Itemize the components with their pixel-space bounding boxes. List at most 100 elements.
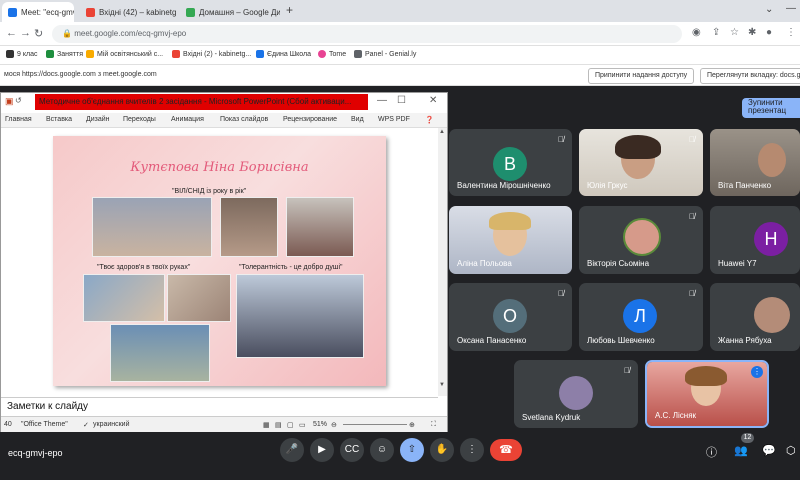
participant-tile[interactable]: 🎙̸ Юлія Гркус bbox=[579, 129, 703, 196]
tab-gmail[interactable]: Вхідні (42) – kabinetgeog ✕ bbox=[80, 2, 176, 22]
participant-tile[interactable]: Аліна Польова bbox=[449, 206, 572, 274]
ribbon-tab[interactable]: Показ слайдов bbox=[220, 116, 268, 123]
participant-tile[interactable]: 🎙̸ Svetlana Kydruk bbox=[514, 360, 638, 428]
lock-icon: 🔒 bbox=[62, 29, 72, 38]
mic-off-icon: 🎙̸ bbox=[558, 135, 564, 144]
more-options-button[interactable]: ⋮ bbox=[460, 438, 484, 462]
reload-icon[interactable]: ↻ bbox=[34, 27, 43, 40]
bookmark-item[interactable]: Panel - Genial.ly bbox=[354, 50, 416, 58]
participant-tile[interactable]: Жанна Рябуха bbox=[710, 283, 800, 351]
participant-tile[interactable]: О 🎙̸ Оксана Панасенко bbox=[449, 283, 572, 351]
normal-view-icon[interactable]: ▦ bbox=[263, 421, 270, 429]
participant-name: Оксана Панасенко bbox=[457, 336, 527, 345]
camera-button[interactable]: ▶ bbox=[310, 438, 334, 462]
bookmark-item[interactable]: Tome bbox=[318, 50, 346, 58]
raise-hand-button[interactable]: ✋ bbox=[430, 438, 454, 462]
leave-call-button[interactable]: ☎ bbox=[490, 439, 522, 461]
participant-tile[interactable]: 🎙̸ Вікторія Сьоміна bbox=[579, 206, 703, 274]
bookmark-label: Tome bbox=[329, 50, 347, 58]
reading-view-icon[interactable]: ▢ bbox=[287, 421, 294, 429]
view-tab-button[interactable]: Переглянути вкладку: docs.goo bbox=[700, 68, 800, 84]
menu-icon[interactable]: ⋮ bbox=[786, 27, 796, 38]
tab-label: Вхідні (42) – kabinetgeog bbox=[99, 7, 176, 17]
mic-off-icon: 🎙̸ bbox=[689, 289, 695, 298]
ppt-window-title: Методичне об'єднання вчителів 2 засіданн… bbox=[35, 94, 368, 110]
sharing-text: мося https://docs.google.com з meet.goog… bbox=[4, 71, 157, 78]
close-icon[interactable]: ✕ bbox=[429, 95, 437, 106]
stop-sharing-button[interactable]: Припинити надання доступу bbox=[588, 68, 695, 84]
tab-label: Домашня – Google Диск bbox=[199, 7, 280, 17]
slide[interactable]: Кутєпова Ніна Борисівна "ВІЛ/СНІД із рок… bbox=[53, 136, 386, 386]
ribbon-tabs: Главная Вставка Дизайн Переходы Анимация… bbox=[1, 113, 447, 128]
camera-icon[interactable]: ◉ bbox=[692, 27, 701, 38]
ribbon-tab[interactable]: Дизайн bbox=[86, 116, 110, 123]
scroll-down-icon[interactable]: ▼ bbox=[439, 382, 445, 388]
captions-button[interactable]: CC bbox=[340, 438, 364, 462]
stop-presenting-button[interactable]: Зупинити презентац bbox=[742, 98, 800, 118]
slideshow-icon[interactable]: ▭ bbox=[299, 421, 306, 429]
zoom-in-icon[interactable]: ⊕ bbox=[409, 421, 415, 429]
avatar: В bbox=[493, 147, 527, 181]
browser-tab-bar: Meet: "ecq-gmvj-epo" ✕ Вхідні (42) – kab… bbox=[0, 0, 800, 22]
share-icon[interactable]: ⇪ bbox=[712, 27, 720, 38]
people-icon[interactable]: 👥 bbox=[734, 444, 748, 457]
ribbon-tab[interactable]: Вид bbox=[351, 116, 364, 123]
profile-icon[interactable]: ● bbox=[766, 27, 772, 38]
new-tab-button[interactable]: + bbox=[286, 3, 293, 17]
participant-tile-speaking[interactable]: ⋮ А.С. Лісняк bbox=[645, 360, 769, 428]
back-icon[interactable]: ← bbox=[6, 27, 17, 39]
participant-tile[interactable]: H Huawei Y7 bbox=[710, 206, 800, 274]
hair-image bbox=[489, 212, 531, 230]
ppt-title-bar: ▣ ↺ Методичне об'єднання вчителів 2 засі… bbox=[1, 93, 447, 111]
maximize-icon[interactable]: ☐ bbox=[397, 95, 406, 106]
spellcheck-icon[interactable]: ✓ bbox=[83, 421, 89, 429]
bookmark-item[interactable]: Єдина Школа bbox=[256, 50, 311, 58]
extensions-icon[interactable]: ✱ bbox=[748, 27, 756, 38]
participant-tile[interactable]: Віта Панченко bbox=[710, 129, 800, 196]
activities-icon[interactable]: ⬡ bbox=[786, 444, 796, 457]
ribbon-tab[interactable]: Анимация bbox=[171, 116, 204, 123]
participant-tile[interactable]: Л 🎙̸ Любовь Шевченко bbox=[579, 283, 703, 351]
bookmark-item[interactable]: Вхідні (2) - kabinetg... bbox=[172, 50, 251, 58]
bookmark-item[interactable]: 9 клас bbox=[6, 50, 37, 58]
slide-number: 40 bbox=[4, 421, 12, 428]
hair-image bbox=[685, 366, 727, 386]
tab-drive[interactable]: Домашня – Google Диск ✕ bbox=[180, 2, 280, 22]
zoom-level: 51% bbox=[313, 421, 328, 428]
mic-button[interactable]: 🎤 bbox=[280, 438, 304, 462]
zoom-slider[interactable] bbox=[343, 424, 407, 425]
emoji-button[interactable]: ☺ bbox=[370, 438, 394, 462]
avatar-photo bbox=[754, 297, 790, 333]
minimize-icon[interactable]: — bbox=[377, 95, 387, 106]
bookmark-item[interactable]: Заняття bbox=[46, 50, 83, 58]
bookmark-icon bbox=[6, 50, 14, 58]
present-button[interactable]: ⇧ bbox=[400, 438, 424, 462]
undo-icon[interactable]: ↺ bbox=[15, 96, 22, 105]
participant-tile[interactable]: В 🎙̸ Валентина Мірошніченко bbox=[449, 129, 572, 196]
tab-meet[interactable]: Meet: "ecq-gmvj-epo" ✕ bbox=[2, 2, 74, 22]
vertical-scrollbar[interactable]: ▲ ▼ bbox=[438, 128, 447, 396]
bookmark-label: Єдина Школа bbox=[267, 50, 312, 58]
ribbon-tab[interactable]: Вставка bbox=[46, 116, 72, 123]
ribbon-tab[interactable]: Главная bbox=[5, 116, 32, 123]
star-icon[interactable]: ☆ bbox=[730, 27, 739, 38]
fit-window-icon[interactable]: ⛶ bbox=[431, 421, 436, 429]
bookmark-item[interactable]: Мій освітянський с... bbox=[86, 50, 163, 58]
ribbon-tab[interactable]: Рецензирование bbox=[283, 116, 337, 123]
scroll-up-icon[interactable]: ▲ bbox=[439, 129, 445, 135]
address-input[interactable]: 🔒 meet.google.com/ecq-gmvj-epo bbox=[52, 25, 682, 43]
slide-notes[interactable]: Заметки к слайду bbox=[1, 397, 438, 415]
participant-name: Аліна Польова bbox=[457, 259, 512, 268]
chevron-down-icon[interactable]: ⌄ bbox=[765, 4, 773, 15]
minimize-icon[interactable]: — bbox=[786, 3, 796, 14]
ribbon-tab[interactable]: Переходы bbox=[123, 116, 156, 123]
chat-icon[interactable]: 💬 bbox=[762, 444, 776, 457]
slide-canvas: Кутєпова Ніна Борисівна "ВІЛ/СНІД із рок… bbox=[1, 128, 438, 396]
participant-name: Вікторія Сьоміна bbox=[587, 259, 650, 268]
zoom-out-icon[interactable]: ⊖ bbox=[331, 421, 337, 429]
info-icon[interactable]: ⓘ bbox=[706, 444, 717, 460]
forward-icon[interactable]: → bbox=[20, 27, 31, 39]
help-icon[interactable]: ❓ bbox=[425, 116, 434, 124]
sorter-view-icon[interactable]: ▤ bbox=[275, 421, 282, 429]
ribbon-tab[interactable]: WPS PDF bbox=[378, 116, 410, 123]
